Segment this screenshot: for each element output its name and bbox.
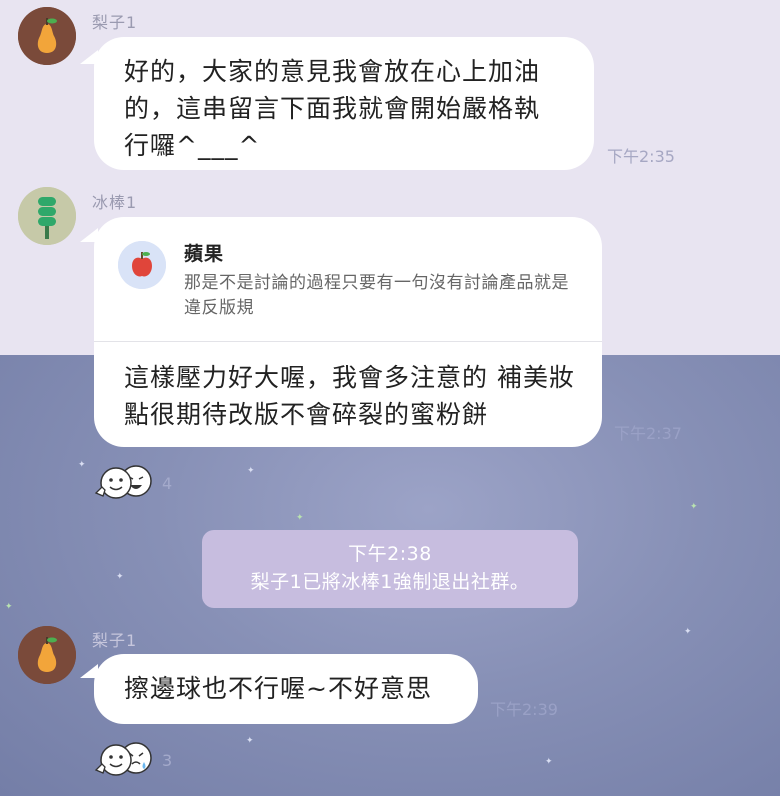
message-time: 下午2:35	[607, 147, 675, 166]
reply-avatar	[118, 241, 166, 289]
reply-quote[interactable]: 蘋果 那是不是討論的過程只要有一句沒有討論產品就是違反版規	[94, 217, 602, 342]
crying-laughing-emoji-icon	[94, 742, 152, 776]
sender-name: 梨子1	[92, 13, 138, 32]
apple-icon	[118, 241, 166, 289]
message-text: 這樣壓力好大喔，我會多注意的 補美妝點很期待改版不會碎裂的蜜粉餅	[124, 363, 575, 429]
laughing-emoji-icon	[94, 465, 152, 499]
system-notice-time: 下午2:38	[348, 543, 432, 565]
pear-icon	[18, 7, 76, 65]
reply-sender-name: 蘋果	[184, 243, 225, 265]
star-icon: ✦	[5, 602, 13, 612]
reaction-count: 3	[162, 751, 173, 770]
message-bubble[interactable]: 擦邊球也不行喔~不好意思	[94, 654, 478, 724]
star-icon: ✦	[246, 736, 254, 746]
message-text: 好的，大家的意見我會放在心上加油的，這串留言下面我就會開始嚴格執行囉^___^	[124, 57, 541, 160]
sender-name: 冰棒1	[92, 193, 138, 212]
system-notice-text: 梨子1已將冰棒1強制退出社群。	[250, 571, 530, 593]
sender-avatar-popsicle[interactable]	[18, 187, 76, 245]
star-icon: ✦	[690, 502, 698, 512]
system-notice: 下午2:38 梨子1已將冰棒1強制退出社群。	[202, 530, 578, 608]
pear-icon	[18, 626, 76, 684]
message-time: 下午2:39	[490, 700, 558, 719]
reaction-emoji-group[interactable]	[94, 463, 156, 501]
reaction-emoji-group[interactable]	[94, 740, 156, 778]
message-bubble[interactable]: 好的，大家的意見我會放在心上加油的，這串留言下面我就會開始嚴格執行囉^___^	[94, 37, 594, 170]
message-bubble-with-reply[interactable]: 蘋果 那是不是討論的過程只要有一句沒有討論產品就是違反版規 這樣壓力好大喔，我會…	[94, 217, 602, 447]
star-icon: ✦	[684, 627, 692, 637]
sender-avatar-pear[interactable]	[18, 7, 76, 65]
star-icon: ✦	[116, 572, 124, 582]
message-time: 下午2:37	[614, 424, 682, 443]
sender-name: 梨子1	[92, 631, 138, 650]
message-text: 擦邊球也不行喔~不好意思	[124, 674, 432, 703]
star-icon: ✦	[78, 460, 86, 470]
star-icon: ✦	[545, 757, 553, 767]
popsicle-icon	[18, 187, 76, 245]
star-icon: ✦	[296, 513, 304, 523]
star-icon: ✦	[247, 466, 255, 476]
sender-avatar-pear[interactable]	[18, 626, 76, 684]
reaction-count: 4	[162, 474, 173, 493]
reply-quoted-text: 那是不是討論的過程只要有一句沒有討論產品就是違反版規	[184, 273, 569, 318]
